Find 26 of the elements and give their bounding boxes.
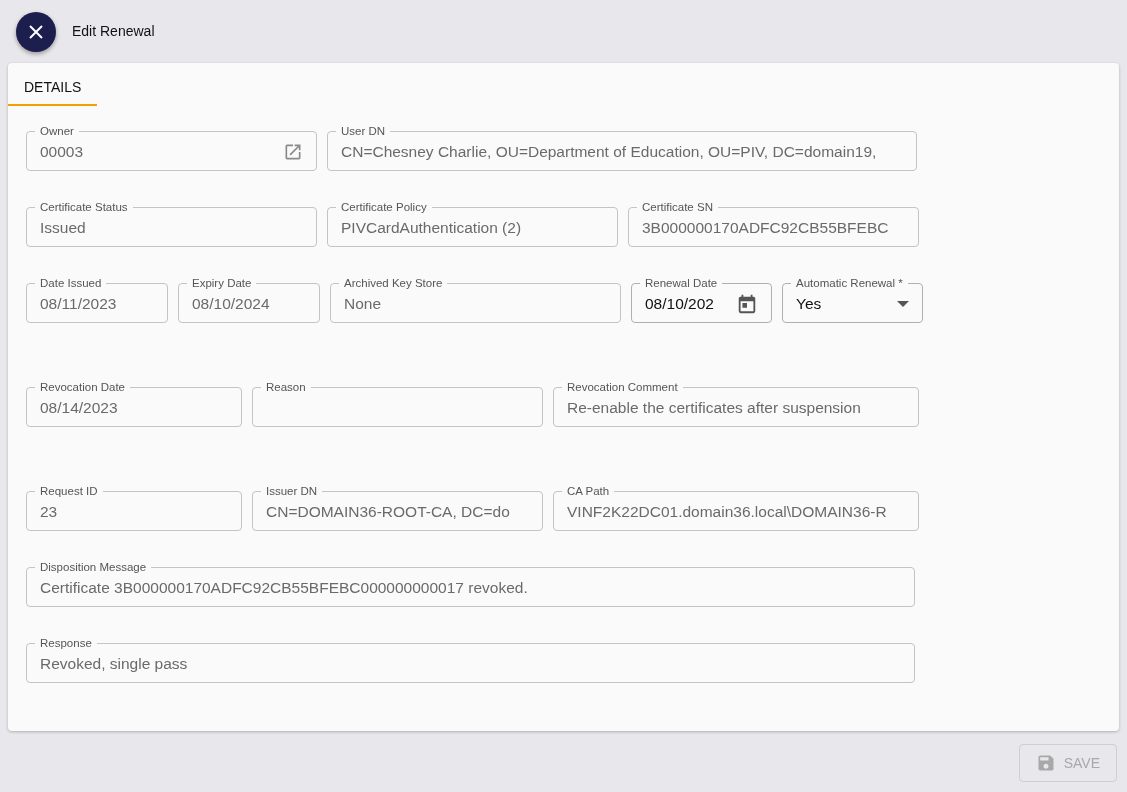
field-label: Archived Key Store (343, 277, 444, 290)
field-label: Response (39, 637, 93, 650)
date-field[interactable]: Renewal Date 08/10/202 (631, 277, 772, 323)
dialog-title: Edit Renewal (72, 22, 155, 41)
field-label: Revocation Comment (566, 381, 679, 394)
close-icon (28, 23, 44, 40)
field-label: Renewal Date (644, 277, 719, 290)
field-label: Request ID (39, 485, 99, 498)
field-label: Certificate Policy (340, 201, 428, 214)
field-label: Disposition Message (39, 561, 148, 574)
dropdown-caret-icon[interactable] (897, 301, 909, 307)
details-tab[interactable]: DETAILS (8, 63, 98, 106)
field-label: Reason (265, 381, 307, 394)
close-button[interactable] (16, 11, 56, 52)
field-label: Automatic Renewal * (795, 277, 904, 290)
select-field[interactable]: Automatic Renewal * Yes (782, 277, 923, 323)
field-label: Certificate Status (39, 201, 129, 214)
field-label: Owner (39, 125, 75, 138)
field-label: CA Path (566, 485, 611, 498)
field-label: Issuer DN (265, 485, 319, 498)
field-label: User DN (340, 125, 387, 138)
calendar-icon[interactable] (736, 293, 758, 315)
field-label: Certificate SN (641, 201, 714, 214)
field-label: Date Issued (39, 277, 103, 290)
field-label: Expiry Date (191, 277, 253, 290)
field-label: Revocation Date (39, 381, 127, 394)
